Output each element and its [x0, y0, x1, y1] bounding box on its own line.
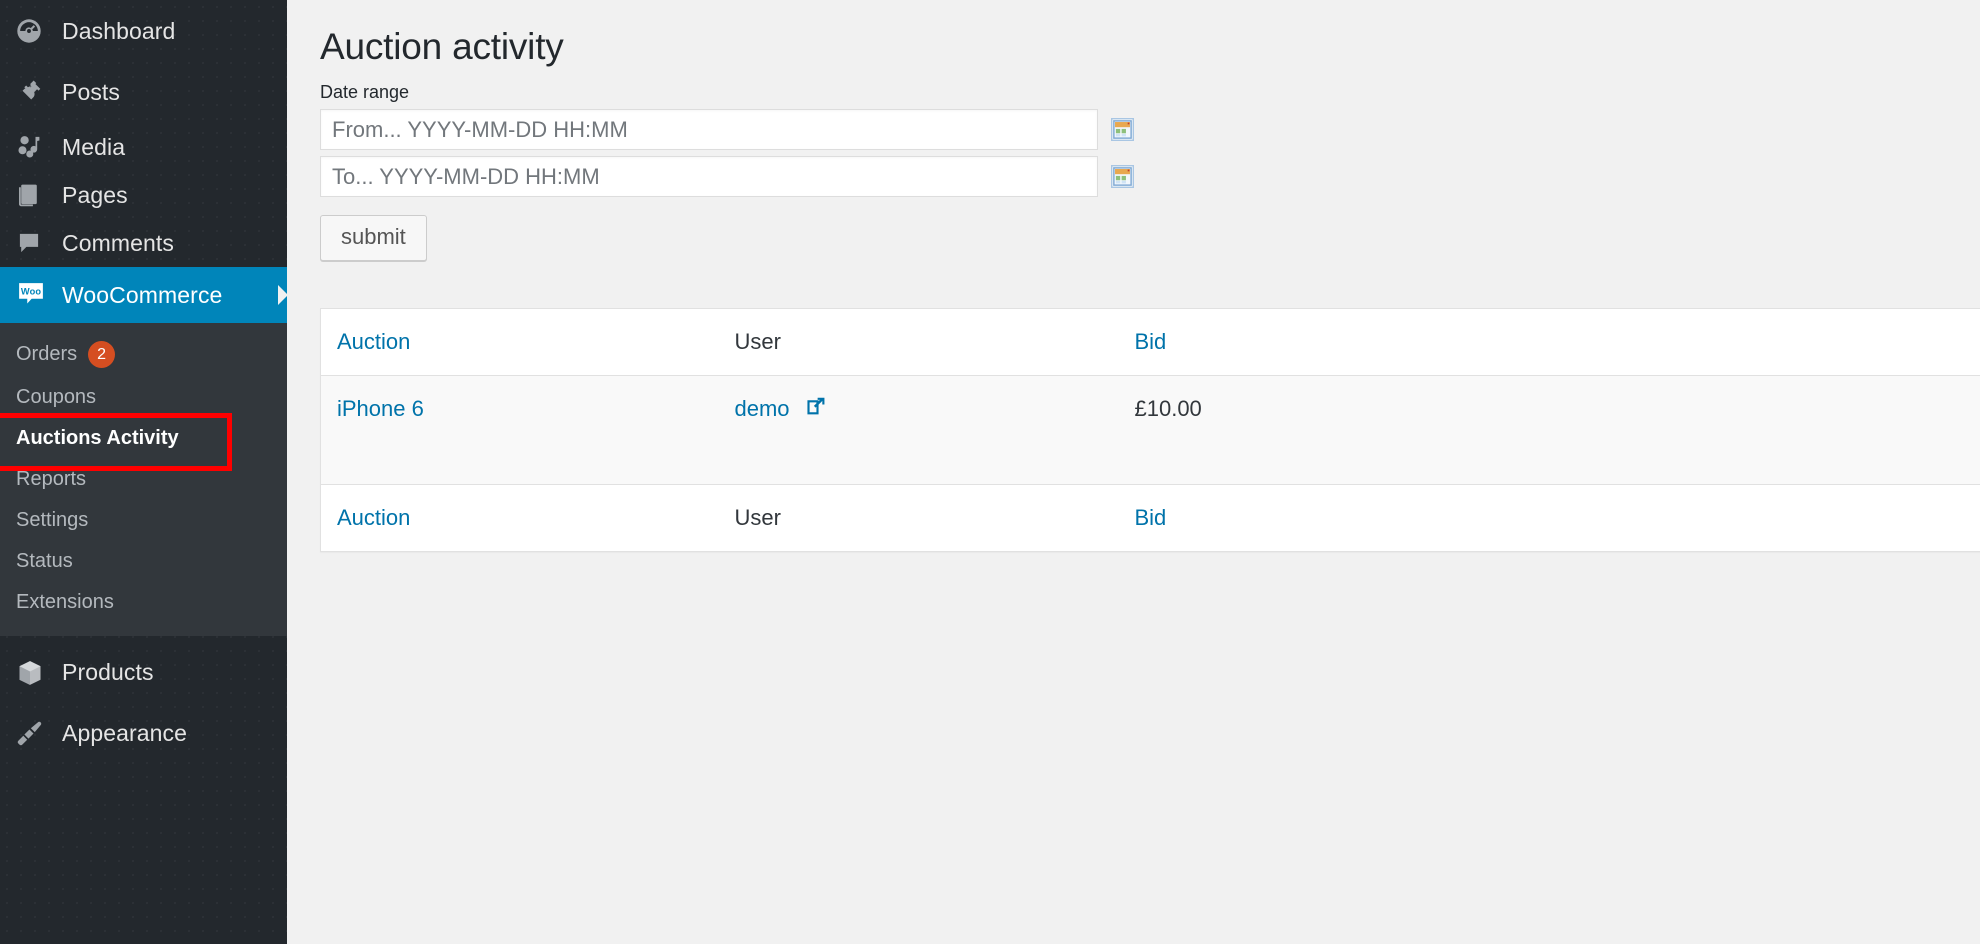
sidebar-item-label: Products [62, 659, 154, 685]
cell-bid: £10.00 [1120, 375, 1521, 486]
sidebar-item-media[interactable]: Media [0, 123, 287, 171]
user-link[interactable]: demo [735, 396, 790, 422]
cell-user: demo [720, 375, 1121, 486]
sidebar-subitem-orders[interactable]: Orders 2 [0, 332, 287, 377]
sidebar-subitem-reports[interactable]: Reports [0, 459, 287, 500]
column-header-user-label: User [734, 329, 781, 354]
cell-date: 2019-05-08 04:02:03 [1520, 375, 1980, 486]
sidebar-subitem-label: Extensions [16, 591, 114, 613]
sidebar-item-dashboard[interactable]: Dashboard [0, 0, 287, 62]
from-calendar-icon[interactable] [1111, 118, 1134, 141]
woocommerce-icon: Woo [16, 280, 62, 310]
to-calendar-icon[interactable] [1111, 165, 1134, 188]
date-range-label: Date range [320, 82, 410, 102]
column-header-auction-label[interactable]: Auction [337, 329, 410, 354]
column-header-date[interactable]: Date [1520, 308, 1980, 376]
column-footer-date[interactable]: Date [1520, 484, 1980, 552]
bid-date: 2019-05-08 [1535, 396, 1980, 430]
auction-activity-table-wrap: Auction User Bid Date [287, 308, 1980, 553]
external-link-icon[interactable] [806, 396, 826, 422]
wp-admin-screen: Dashboard Posts Media Pages Comments Woo… [0, 0, 1980, 944]
sidebar-item-label: Media [62, 133, 126, 160]
column-footer-auction-label[interactable]: Auction [337, 505, 410, 530]
cell-auction: iPhone 6 [320, 375, 721, 486]
to-field-row [320, 156, 1980, 197]
sidebar-subitem-label: Orders [16, 343, 78, 365]
table-row: iPhone 6 demo £10.00 [320, 375, 1980, 486]
column-footer-bid-label[interactable]: Bid [1135, 505, 1167, 530]
sidebar-item-woocommerce[interactable]: Woo WooCommerce [0, 267, 288, 323]
page-title: Auction activity [320, 26, 564, 67]
date-from-input[interactable] [320, 109, 1098, 150]
table-header-row: Auction User Bid Date [320, 308, 1980, 376]
svg-text:Woo: Woo [21, 287, 41, 297]
sidebar-item-label: Appearance [62, 719, 188, 746]
column-header-bid[interactable]: Bid [1120, 308, 1521, 376]
sidebar-item-pages[interactable]: Pages [0, 171, 287, 219]
sidebar-item-posts[interactable]: Posts [0, 62, 287, 123]
sidebar-item-comments[interactable]: Comments [0, 219, 287, 267]
auction-activity-table: Auction User Bid Date [320, 308, 1980, 553]
admin-sidebar: Dashboard Posts Media Pages Comments Woo… [0, 0, 288, 944]
sidebar-item-products[interactable]: Products [0, 636, 287, 701]
sidebar-item-label: WooCommerce [62, 281, 223, 308]
column-footer-bid[interactable]: Bid [1120, 484, 1521, 552]
date-range-form: Date range From... YYYY-MM-DD HH:MM To..… [287, 68, 1980, 261]
sidebar-subitem-coupons[interactable]: Coupons [0, 377, 287, 418]
from-field-row [320, 109, 1980, 150]
sidebar-subitem-auctions-activity[interactable]: Auctions Activity [0, 413, 287, 471]
sidebar-item-label: Pages [62, 181, 128, 208]
sidebar-item-appearance[interactable]: Appearance [0, 701, 287, 765]
sidebar-subitem-label: Status [16, 550, 73, 572]
media-icon [16, 134, 62, 160]
sidebar-subitem-settings[interactable]: Settings [0, 500, 287, 541]
sidebar-subitem-label: Settings [16, 509, 89, 531]
orders-count-badge: 2 [88, 341, 116, 368]
pin-icon [16, 79, 62, 106]
column-header-user: User [720, 308, 1121, 376]
sidebar-item-label: Dashboard [62, 17, 176, 44]
bid-time: 04:02:03 [1535, 430, 1980, 464]
dashboard-icon [16, 18, 62, 44]
sidebar-subitem-label: Coupons [16, 386, 97, 408]
comments-icon [16, 230, 62, 256]
main-content: Auction activity Date range From... YYYY… [287, 0, 1980, 944]
auction-link[interactable]: iPhone 6 [337, 396, 424, 421]
woocommerce-submenu: Orders 2 Coupons Auctions Activity Repor… [0, 323, 287, 636]
pages-icon [16, 182, 62, 208]
date-to-input[interactable] [320, 156, 1098, 197]
paintbrush-icon [16, 719, 62, 747]
sidebar-subitem-label: Auctions Activity [16, 427, 179, 449]
column-footer-auction[interactable]: Auction [320, 484, 721, 552]
table-foot: Auction User Bid Date [320, 484, 1980, 552]
column-header-bid-label[interactable]: Bid [1135, 329, 1167, 354]
products-box-icon [16, 659, 62, 687]
bid-amount: £10.00 [1134, 396, 1202, 421]
sidebar-subitem-label: Reports [16, 468, 87, 490]
table-head: Auction User Bid Date [320, 308, 1980, 376]
submit-button[interactable]: submit [320, 215, 427, 261]
sidebar-subitem-status[interactable]: Status [0, 541, 287, 582]
table-footer-row: Auction User Bid Date [320, 484, 1980, 552]
sidebar-item-label: Comments [62, 229, 174, 256]
column-header-auction[interactable]: Auction [320, 308, 721, 376]
column-footer-user-label: User [734, 505, 781, 531]
sidebar-subitem-extensions[interactable]: Extensions [0, 582, 287, 623]
column-footer-user: User [720, 484, 1121, 552]
sidebar-item-label: Posts [62, 79, 121, 105]
table-body: iPhone 6 demo £10.00 [320, 375, 1980, 486]
